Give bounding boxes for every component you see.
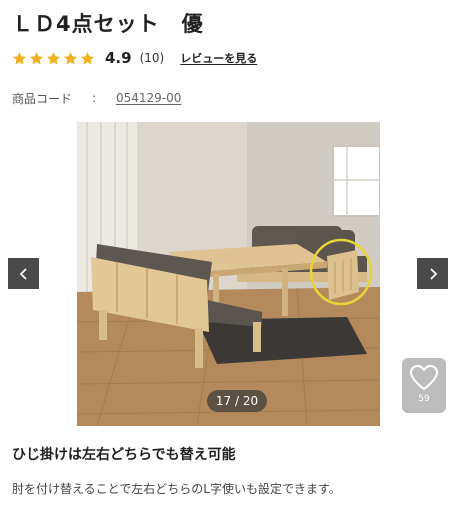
favorite-count: 59 — [418, 394, 430, 404]
star-icon — [46, 51, 61, 64]
image-counter: 17 / 20 — [207, 390, 267, 412]
product-title: ＬＤ4点セット 優 — [12, 12, 204, 36]
image-gallery: 17 / 20 59 — [0, 122, 457, 426]
product-code-link[interactable]: 054129-00 — [116, 91, 181, 105]
star-icon — [63, 51, 78, 64]
product-code-label: 商品コード — [12, 91, 73, 106]
rating-value: 4.9 — [105, 49, 132, 67]
image-caption: ひじ掛けは左右どちらでも替え可能 — [12, 447, 236, 463]
image-description: 肘を付け替えることで左右どちらのL字使いも設定できます。 — [12, 482, 341, 496]
heart-icon — [409, 364, 439, 391]
rating-row: 4.9 (10) レビューを見る — [12, 48, 257, 68]
star-icon — [80, 51, 95, 64]
chevron-right-icon — [429, 267, 437, 280]
favorite-button[interactable]: 59 — [402, 358, 446, 413]
previous-image-button[interactable] — [8, 258, 39, 289]
review-count: (10) — [139, 51, 165, 65]
rating-stars — [12, 51, 95, 66]
see-reviews-link[interactable]: レビューを見る — [180, 50, 257, 66]
product-code-row: 商品コード : 054129-00 — [12, 90, 181, 106]
next-image-button[interactable] — [417, 258, 448, 289]
chevron-left-icon — [19, 267, 27, 280]
star-icon — [29, 51, 44, 64]
star-icon — [12, 51, 27, 64]
product-code-separator: : — [92, 91, 97, 105]
product-photo[interactable] — [77, 122, 380, 426]
